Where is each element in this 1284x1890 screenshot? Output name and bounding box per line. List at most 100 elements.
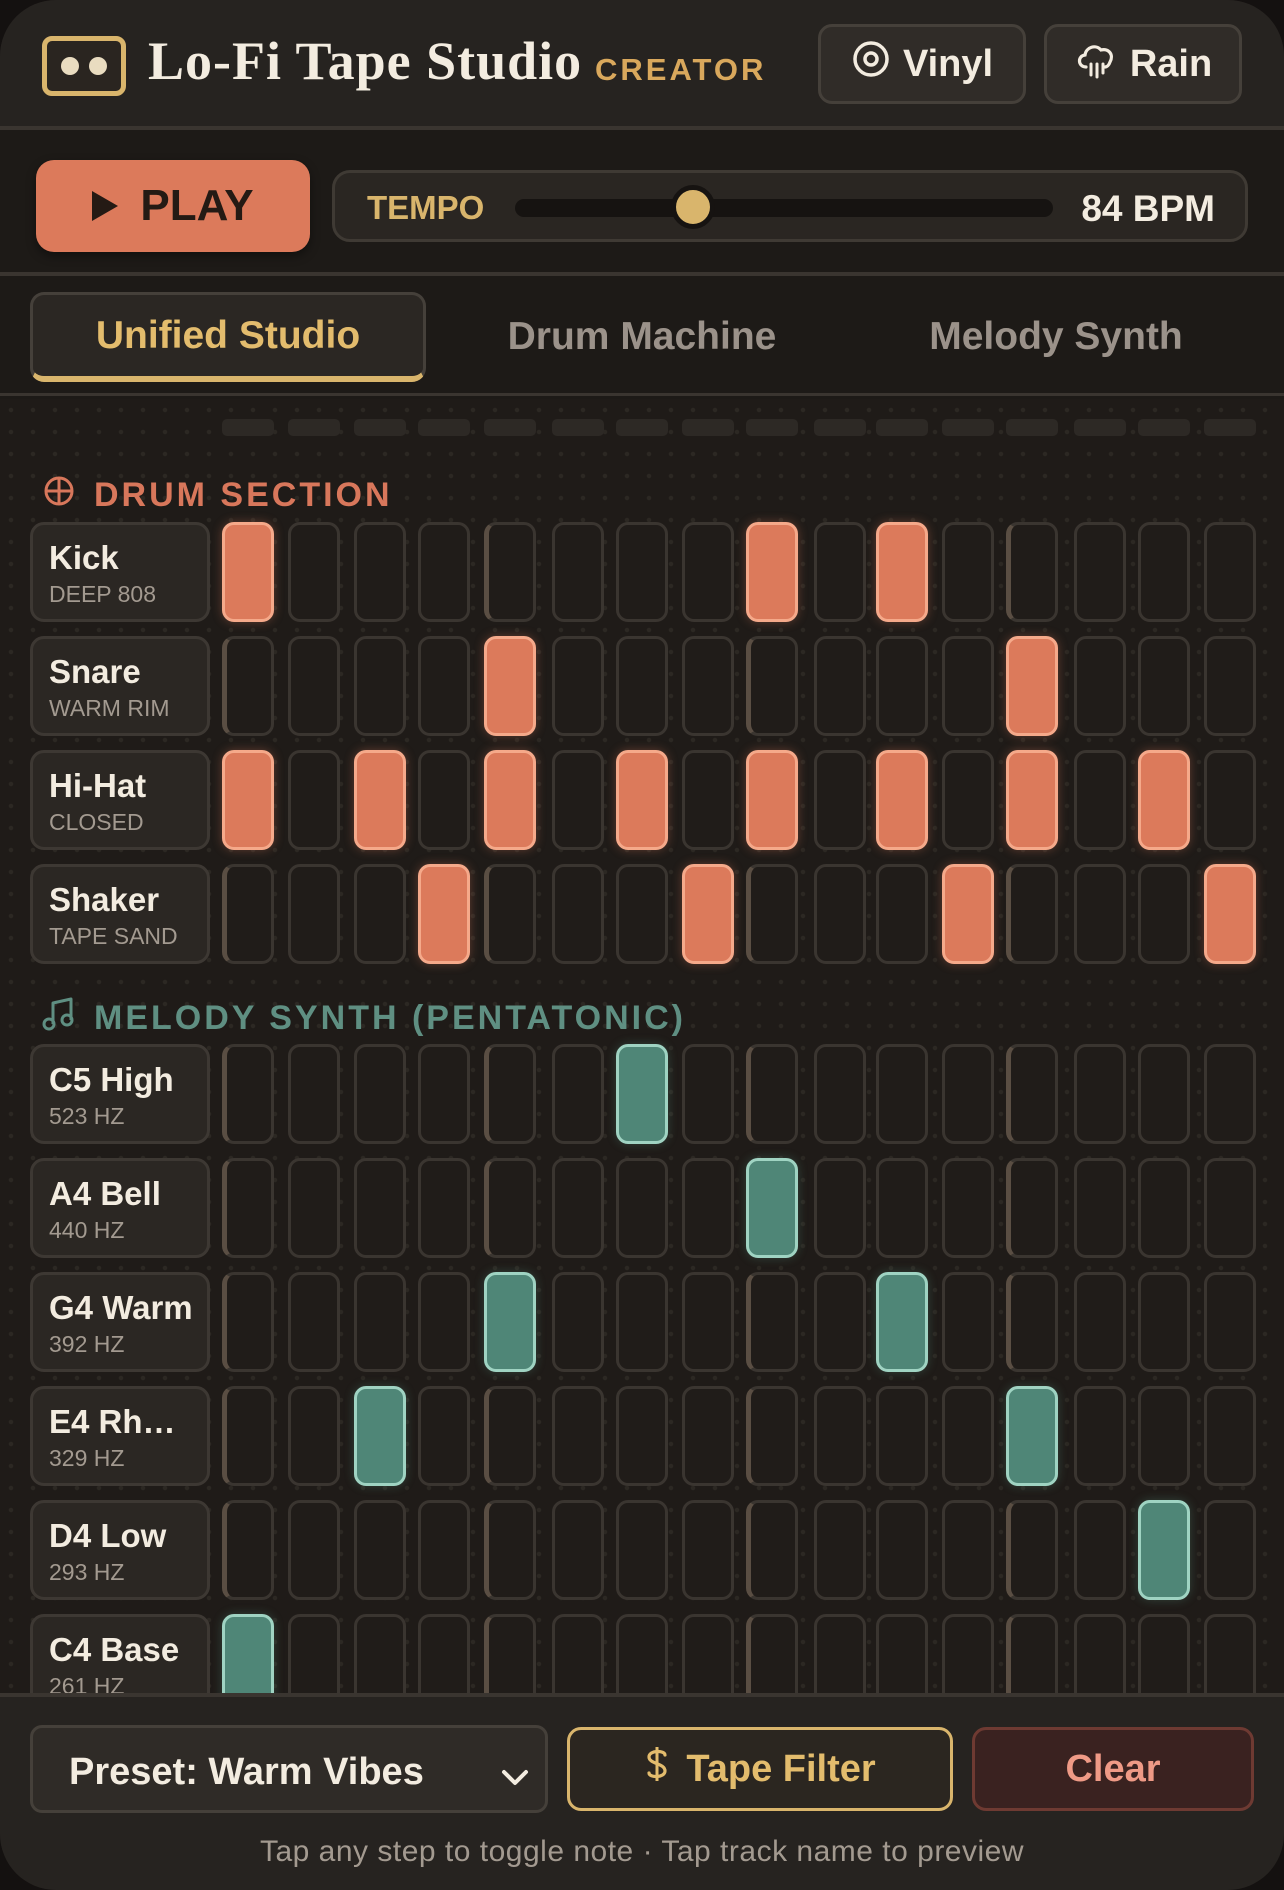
step-cell[interactable]: [1138, 636, 1190, 736]
step-cell[interactable]: [616, 864, 668, 964]
step-cell[interactable]: [288, 1044, 340, 1144]
step-cell[interactable]: [942, 522, 994, 622]
step-cell[interactable]: [288, 864, 340, 964]
step-cell[interactable]: [222, 1158, 274, 1258]
step-cell[interactable]: [354, 1614, 406, 1693]
step-cell[interactable]: [876, 1614, 928, 1693]
step-cell[interactable]: [682, 1158, 734, 1258]
step-cell[interactable]: [1074, 522, 1126, 622]
step-cell[interactable]: [484, 1500, 536, 1600]
step-cell[interactable]: [222, 636, 274, 736]
step-cell[interactable]: [222, 1044, 274, 1144]
step-cell[interactable]: [484, 1158, 536, 1258]
step-cell[interactable]: [942, 636, 994, 736]
step-cell[interactable]: [288, 750, 340, 850]
step-cell[interactable]: [552, 1386, 604, 1486]
step-cell[interactable]: [1074, 1272, 1126, 1372]
step-cell[interactable]: [552, 1044, 604, 1144]
step-cell-active[interactable]: [682, 864, 734, 964]
step-cell[interactable]: [354, 522, 406, 622]
step-cell[interactable]: [1006, 1500, 1058, 1600]
step-cell[interactable]: [484, 864, 536, 964]
track-label-melody[interactable]: G4 Warm 392 HZ: [30, 1272, 210, 1372]
step-cell-active[interactable]: [222, 522, 274, 622]
step-cell-active[interactable]: [942, 864, 994, 964]
step-cell-active[interactable]: [746, 750, 798, 850]
step-cell[interactable]: [288, 1272, 340, 1372]
step-cell-active[interactable]: [746, 1158, 798, 1258]
step-cell[interactable]: [876, 1044, 928, 1144]
step-cell[interactable]: [682, 1614, 734, 1693]
step-cell[interactable]: [1006, 864, 1058, 964]
track-label-drum[interactable]: Snare WARM RIM: [30, 636, 210, 736]
step-cell[interactable]: [418, 1158, 470, 1258]
step-cell[interactable]: [746, 864, 798, 964]
step-cell[interactable]: [814, 636, 866, 736]
step-cell[interactable]: [1074, 1044, 1126, 1144]
step-cell[interactable]: [1138, 864, 1190, 964]
step-cell[interactable]: [552, 636, 604, 736]
step-cell[interactable]: [354, 1044, 406, 1144]
step-cell[interactable]: [1204, 1386, 1256, 1486]
step-cell[interactable]: [1138, 1158, 1190, 1258]
step-cell[interactable]: [354, 636, 406, 736]
step-cell-active[interactable]: [484, 636, 536, 736]
tempo-slider-handle[interactable]: [670, 185, 715, 229]
step-cell[interactable]: [1138, 1044, 1190, 1144]
step-cell[interactable]: [484, 522, 536, 622]
step-cell[interactable]: [1138, 522, 1190, 622]
step-cell[interactable]: [616, 1614, 668, 1693]
step-cell[interactable]: [1074, 1500, 1126, 1600]
step-cell[interactable]: [552, 864, 604, 964]
step-cell[interactable]: [552, 1614, 604, 1693]
step-cell[interactable]: [418, 1614, 470, 1693]
step-cell[interactable]: [1204, 1500, 1256, 1600]
track-label-melody[interactable]: D4 Low 293 HZ: [30, 1500, 210, 1600]
clear-button[interactable]: Clear: [972, 1727, 1254, 1811]
step-cell-active[interactable]: [354, 750, 406, 850]
step-cell-active[interactable]: [1006, 750, 1058, 850]
step-cell[interactable]: [746, 1500, 798, 1600]
track-label-melody[interactable]: A4 Bell 440 HZ: [30, 1158, 210, 1258]
step-cell[interactable]: [876, 1386, 928, 1486]
step-cell[interactable]: [1204, 522, 1256, 622]
step-cell[interactable]: [876, 864, 928, 964]
step-cell[interactable]: [682, 1272, 734, 1372]
step-cell[interactable]: [814, 1272, 866, 1372]
step-cell-active[interactable]: [1006, 1386, 1058, 1486]
step-cell[interactable]: [942, 1158, 994, 1258]
step-cell[interactable]: [552, 1158, 604, 1258]
step-cell[interactable]: [1074, 1158, 1126, 1258]
track-label-melody[interactable]: E4 Rh… 329 HZ: [30, 1386, 210, 1486]
step-cell[interactable]: [418, 522, 470, 622]
step-cell-active[interactable]: [222, 1614, 274, 1693]
step-cell[interactable]: [1204, 1272, 1256, 1372]
step-cell[interactable]: [942, 750, 994, 850]
step-cell[interactable]: [354, 864, 406, 964]
step-cell[interactable]: [552, 1500, 604, 1600]
step-cell[interactable]: [682, 1500, 734, 1600]
step-cell[interactable]: [288, 1158, 340, 1258]
step-cell[interactable]: [682, 636, 734, 736]
step-cell[interactable]: [814, 750, 866, 850]
step-cell[interactable]: [1204, 1158, 1256, 1258]
step-cell[interactable]: [1204, 1044, 1256, 1144]
step-cell[interactable]: [616, 522, 668, 622]
step-cell[interactable]: [942, 1044, 994, 1144]
step-cell[interactable]: [616, 1500, 668, 1600]
step-cell[interactable]: [1006, 1272, 1058, 1372]
preset-select[interactable]: Preset: Warm Vibes: [30, 1725, 548, 1813]
step-cell[interactable]: [746, 1386, 798, 1486]
step-cell[interactable]: [222, 864, 274, 964]
step-cell[interactable]: [682, 750, 734, 850]
step-cell[interactable]: [288, 1500, 340, 1600]
step-cell[interactable]: [418, 1386, 470, 1486]
track-label-drum[interactable]: Hi-Hat CLOSED: [30, 750, 210, 850]
step-cell[interactable]: [354, 1158, 406, 1258]
step-cell[interactable]: [1006, 1044, 1058, 1144]
step-cell[interactable]: [814, 1500, 866, 1600]
step-cell[interactable]: [746, 636, 798, 736]
step-cell[interactable]: [942, 1386, 994, 1486]
tempo-slider[interactable]: [515, 185, 1053, 229]
track-label-melody[interactable]: C4 Base 261 HZ: [30, 1614, 210, 1693]
